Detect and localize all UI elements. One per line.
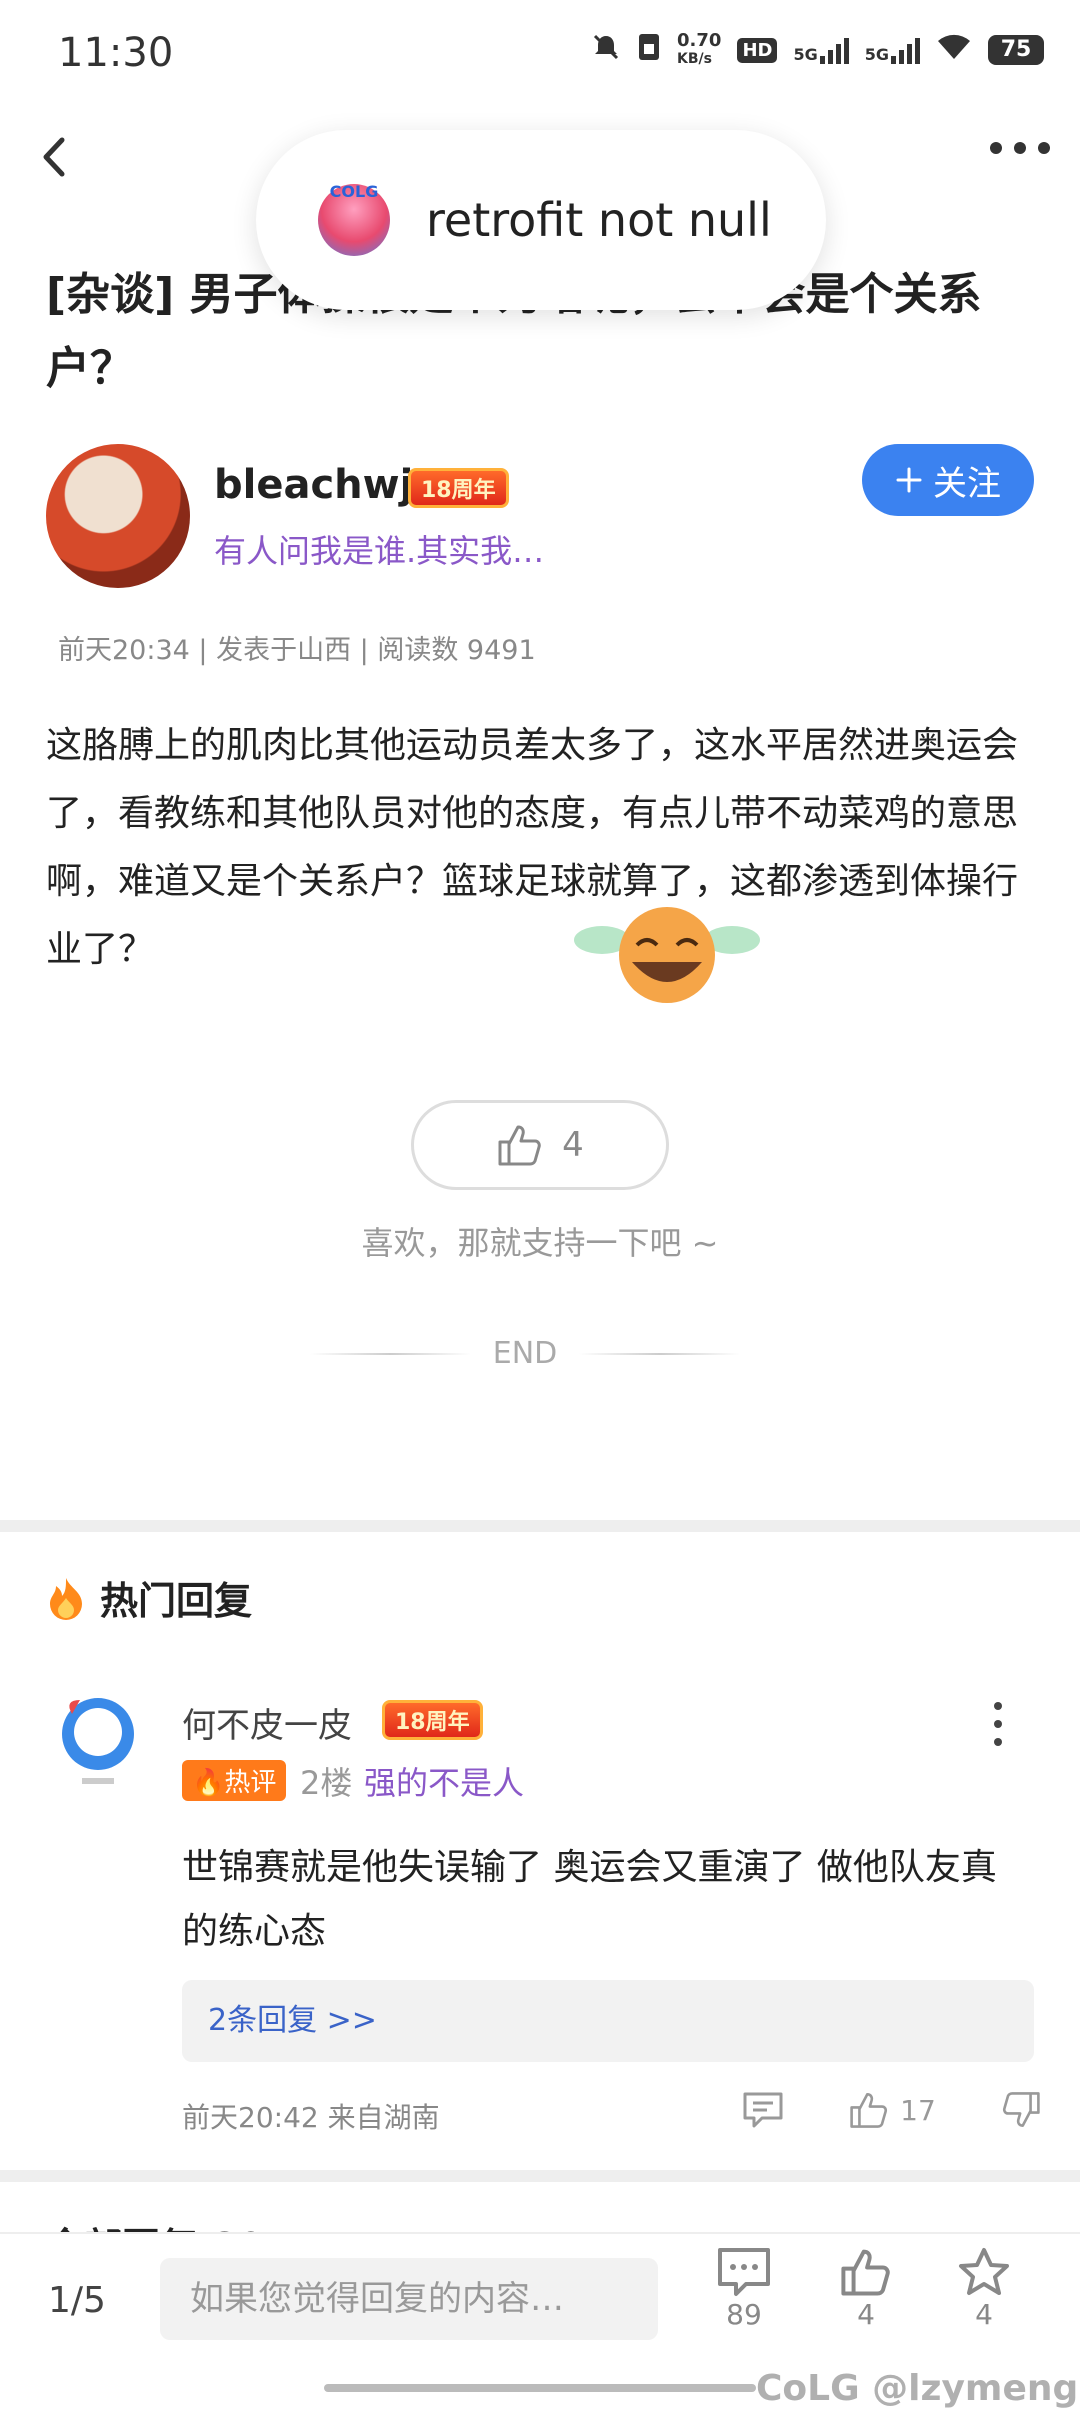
page-indicator[interactable]: 1/5 <box>48 2280 106 2321</box>
reply-actions: 17 <box>742 2090 1042 2130</box>
thumbs-up-icon <box>850 2093 888 2128</box>
status-time: 11:30 <box>58 30 174 76</box>
reply-like-count: 17 <box>900 2093 936 2127</box>
more-options-button[interactable] <box>990 142 1050 154</box>
anniversary-badge: 18周年 <box>382 1700 483 1740</box>
end-marker: END <box>310 1336 740 1371</box>
reply-signature: 强的不是人 <box>364 1764 525 1802</box>
author-signature: 有人问我是谁.其实我… <box>214 532 545 570</box>
wifi-icon <box>936 33 972 67</box>
follow-label: 关注 <box>933 463 1001 504</box>
like-count: 4 <box>562 1125 584 1165</box>
author-name[interactable]: bleachwj <box>214 462 413 508</box>
thumbs-up-icon <box>841 2249 890 2296</box>
reply-comment-button[interactable] <box>742 2090 784 2130</box>
hot-tag-label: 热评 <box>224 1768 277 1798</box>
favorite-button[interactable]: 4 <box>944 2246 1024 2331</box>
end-label: END <box>492 1336 558 1371</box>
reply-like-button[interactable]: 17 <box>848 2090 936 2130</box>
section-divider <box>0 1520 1080 1532</box>
like-button[interactable]: 4 <box>411 1100 669 1190</box>
sim1-label: 5G <box>793 45 818 64</box>
crying-laugh-emoji <box>572 900 762 1010</box>
comment-icon <box>718 2248 770 2296</box>
hot-replies-header: 热门回复 <box>46 1570 252 1625</box>
reply-input[interactable]: 如果您觉得回复的内容… <box>160 2258 658 2340</box>
chevron-left-icon <box>43 137 65 177</box>
reply-more-button[interactable] <box>994 1702 1006 1746</box>
like-hint: 喜欢，那就支持一下吧 ~ <box>361 1224 719 1262</box>
reply-floor: 2楼 <box>300 1764 353 1802</box>
watermark: CoLG @lzymeng <box>756 2368 1079 2409</box>
net-speed: 0.70 <box>677 30 722 51</box>
hot-replies-title: 热门回复 <box>100 1579 253 1623</box>
back-button[interactable] <box>36 132 76 182</box>
mute-icon <box>591 32 621 68</box>
net-unit: KB/s <box>677 51 712 67</box>
reply-avatar[interactable] <box>58 1692 138 1788</box>
signal-icon <box>891 36 920 64</box>
anniversary-badge: 18周年 <box>408 468 509 508</box>
section-divider <box>0 2170 1080 2182</box>
signal-icon <box>819 36 849 64</box>
app-logo: COLG <box>318 182 390 256</box>
battery-icon: 75 <box>988 35 1044 65</box>
app-logo-text: COLG <box>329 182 379 201</box>
sub-replies-link[interactable]: 2条回复 >> <box>182 1980 1034 2062</box>
author-avatar[interactable] <box>46 444 190 588</box>
comment-count: 89 <box>726 2298 762 2331</box>
reply-dislike-button[interactable] <box>1000 2090 1042 2130</box>
status-icons: 0.70 KB/s HD 5G 5G 75 <box>591 32 1044 68</box>
fire-icon: 🔥 <box>192 1768 225 1798</box>
sim2-label: 5G <box>864 45 889 64</box>
comments-button[interactable]: 89 <box>704 2246 784 2331</box>
comment-icon <box>743 2092 783 2128</box>
reply-text: 世锦赛就是他失误输了 奥运会又重演了 做他队友真的练心态 <box>182 1847 997 1952</box>
home-indicator[interactable] <box>324 2384 756 2392</box>
plus-icon <box>896 467 922 493</box>
status-bar: 11:30 0.70 KB/s HD 5G 5G 75 <box>0 0 1080 110</box>
post-content: 这胳膊上的肌肉比其他运动员差太多了，这水平居然进奥运会了，看教练和其他队员对他的… <box>46 725 1019 970</box>
sim-icon <box>637 32 661 68</box>
toast-notification: COLG retrofit not null <box>256 130 826 310</box>
hd-icon: HD <box>737 37 778 63</box>
thumbs-down-icon <box>1002 2092 1040 2127</box>
star-icon <box>959 2248 1009 2295</box>
fire-icon <box>50 1577 82 1620</box>
reply-time: 前天20:42 来自湖南 <box>182 2101 440 2134</box>
follow-button[interactable]: 关注 <box>862 444 1034 516</box>
favorite-count: 4 <box>975 2298 993 2331</box>
like-post-count: 4 <box>857 2298 875 2331</box>
hot-comment-tag: 🔥热评 <box>182 1760 287 1801</box>
thumbs-up-icon <box>498 1125 541 1166</box>
post-meta: 前天20:34 | 发表于山西 | 阅读数 9491 <box>58 635 536 666</box>
like-post-button[interactable]: 4 <box>826 2246 906 2331</box>
reply-username[interactable]: 何不皮一皮 <box>182 1698 352 1747</box>
toast-message: retrofit not null <box>426 193 772 247</box>
